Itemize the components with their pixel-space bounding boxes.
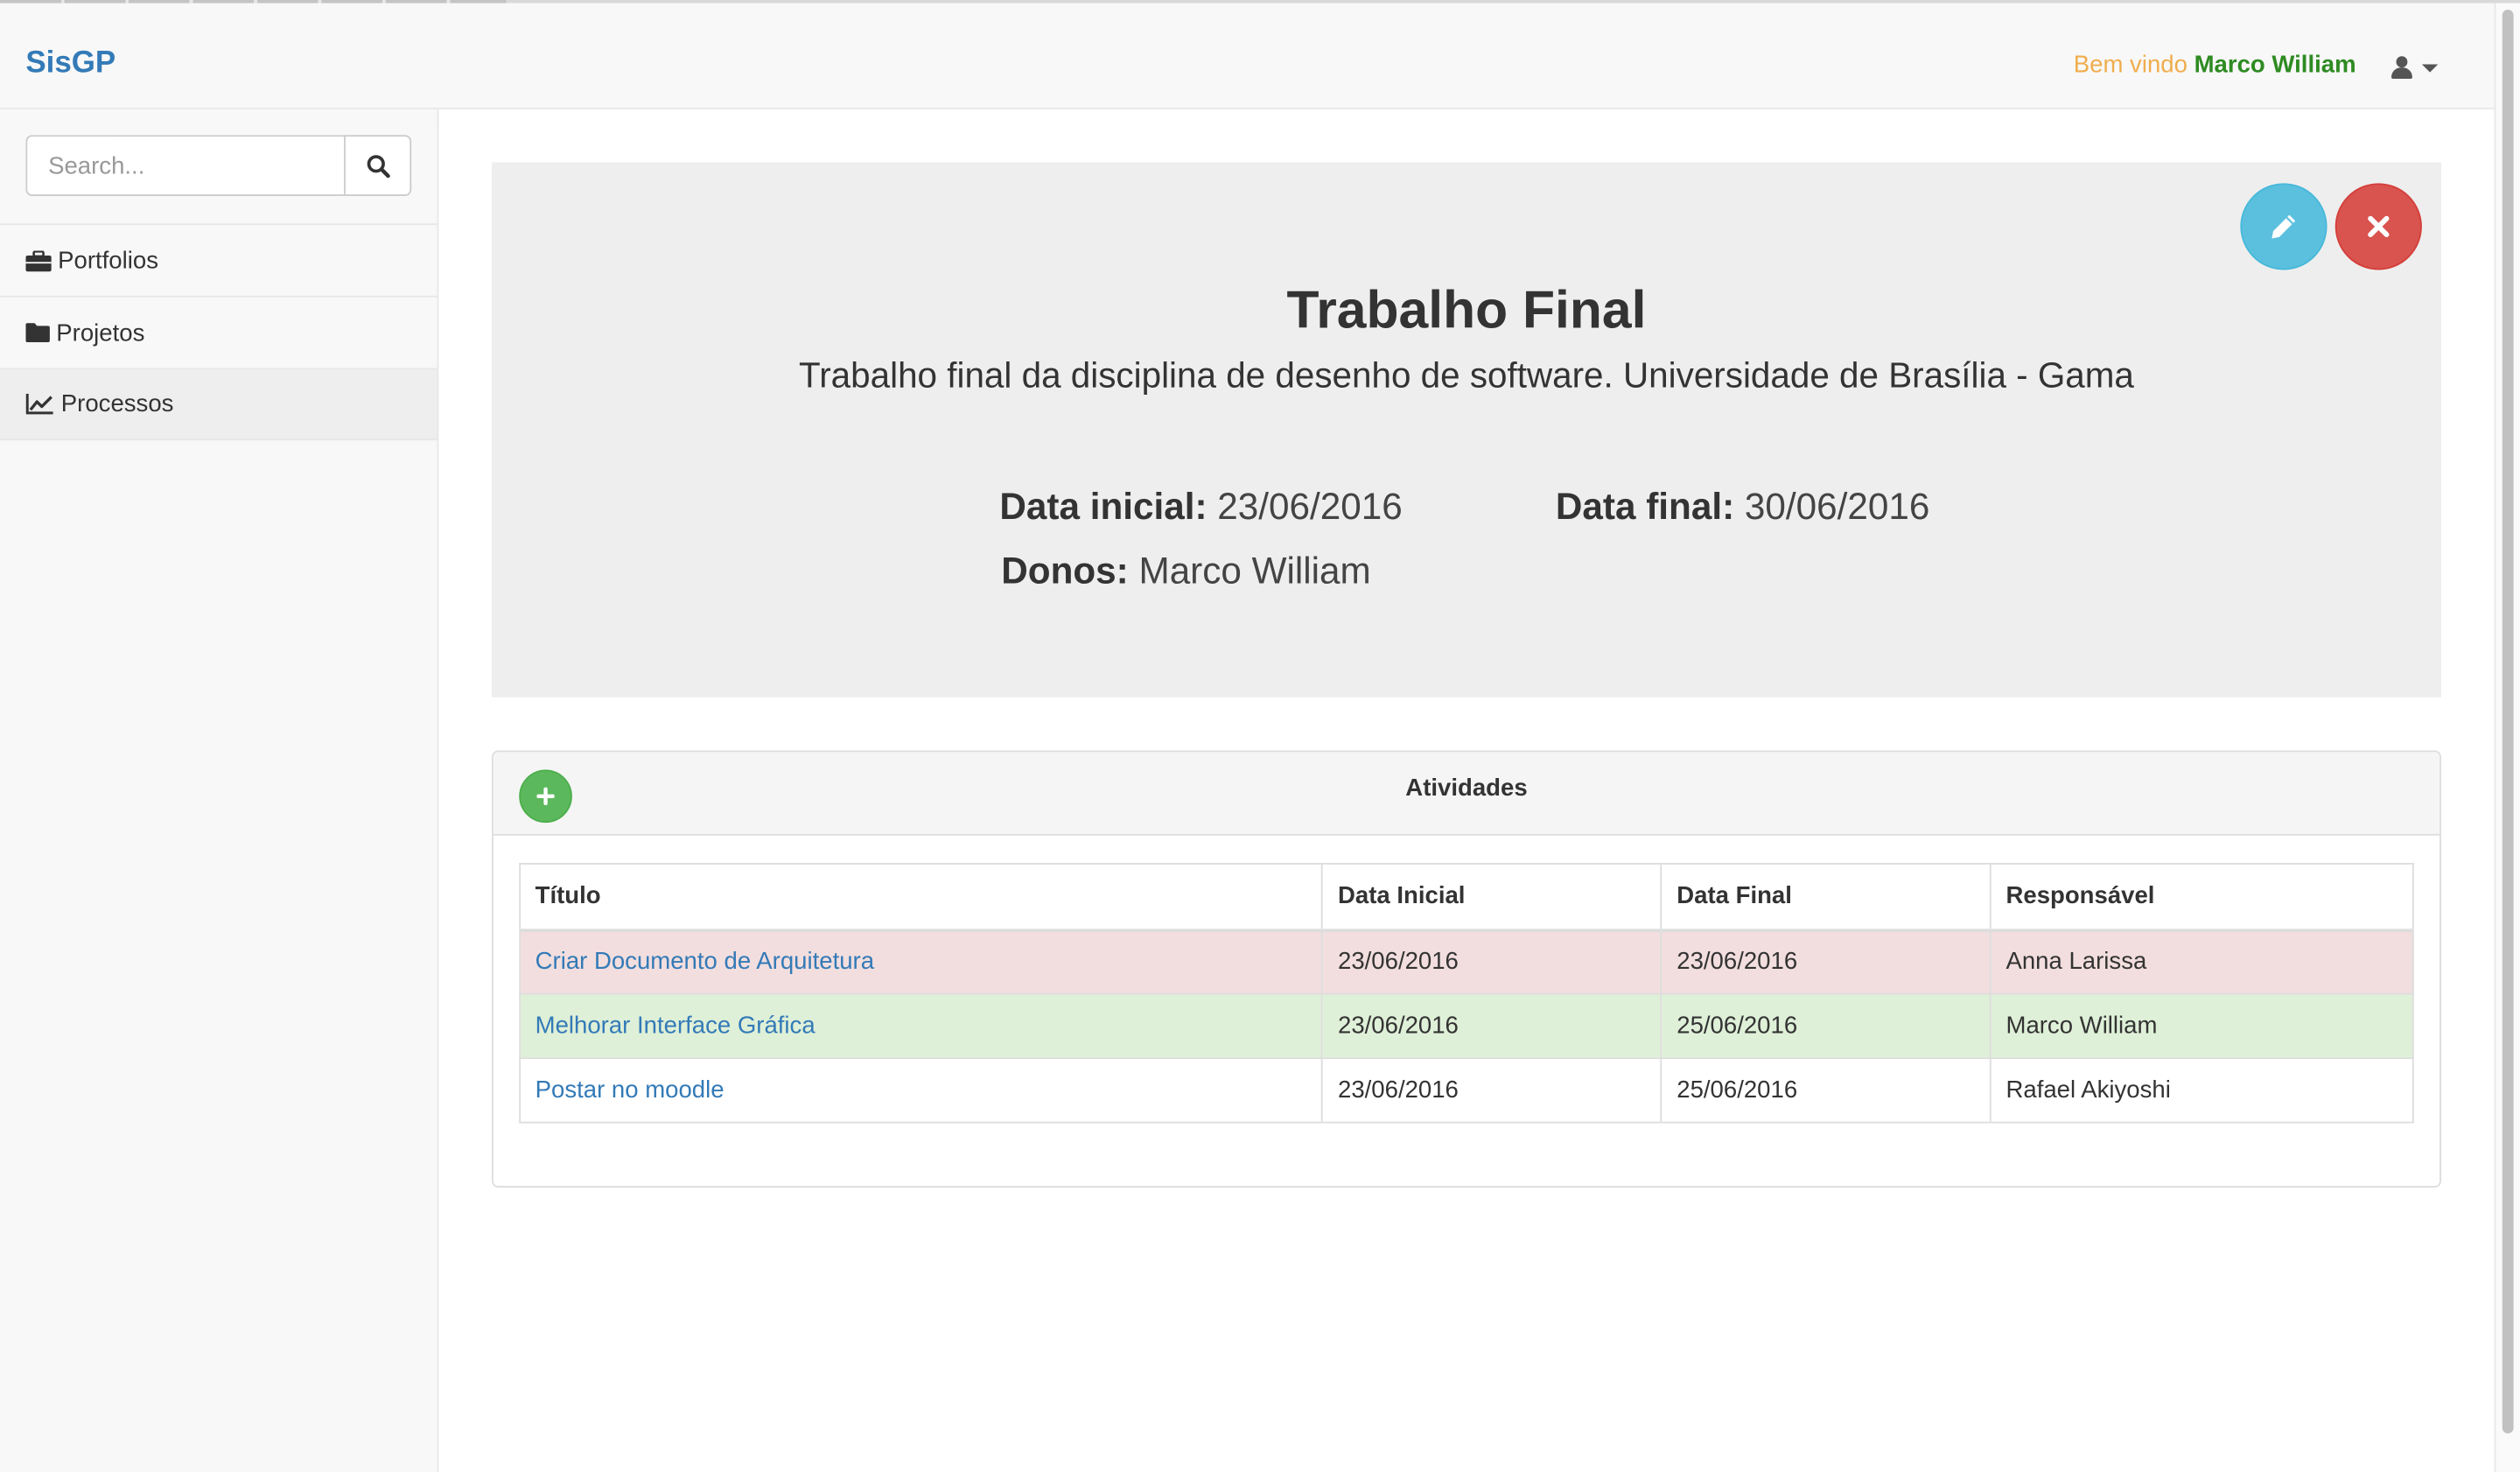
page-scrollbar[interactable]: [2494, 3, 2520, 1472]
column-header-title: Título: [519, 863, 1324, 932]
search-input[interactable]: [25, 135, 345, 197]
table-row: Postar no moodle 23/06/2016 25/06/2016 R…: [519, 1057, 2414, 1124]
delete-project-button[interactable]: [2334, 183, 2422, 270]
activity-start-cell: 23/06/2016: [1321, 929, 1662, 995]
add-activity-button[interactable]: [519, 769, 572, 824]
sidebar-nav: Portfolios Projetos Processos: [0, 223, 438, 441]
project-owners: Donos: Marco William: [1001, 548, 1370, 592]
close-icon: [2368, 215, 2390, 238]
activities-panel-heading: Atividades: [493, 752, 2440, 836]
caret-down-icon: [2421, 63, 2439, 72]
table-row: Criar Documento de Arquitetura 23/06/201…: [519, 929, 2414, 995]
activities-table: Título Data Inicial Data Final Responsáv…: [519, 863, 2414, 1124]
column-header-end-date: Data Final: [1660, 863, 1992, 932]
app-root: SisGP Bem vindo Marco William Search... …: [0, 0, 2520, 1472]
activity-link[interactable]: Postar no moodle: [536, 1076, 724, 1103]
activity-link[interactable]: Criar Documento de Arquitetura: [536, 948, 874, 975]
activity-owner-cell: Marco William: [1990, 992, 2414, 1060]
sidebar-item-label: Projetos: [56, 319, 145, 347]
welcome-message: Bem vindo Marco William: [2074, 52, 2356, 81]
plus-icon: [536, 787, 555, 805]
welcome-prefix: Bem vindo: [2073, 51, 2188, 79]
project-end-date: Data final: 30/06/2016: [1556, 484, 1929, 529]
search-group: [25, 135, 412, 197]
sidebar: Portfolios Projetos Processos: [0, 109, 439, 1472]
folder-icon: [25, 323, 50, 343]
activities-panel: Atividades Título Data Inicial Data Fina…: [492, 750, 2441, 1188]
column-header-owner: Responsável: [1990, 863, 2414, 932]
activity-title-cell: Criar Documento de Arquitetura: [519, 929, 1324, 995]
project-description: Trabalho final da disciplina de desenho …: [799, 354, 2134, 396]
activity-owner-cell: Rafael Akiyoshi: [1990, 1057, 2414, 1124]
pencil-icon: [2272, 214, 2296, 239]
column-header-start-date: Data Inicial: [1321, 863, 1662, 932]
line-chart-icon: [25, 393, 54, 415]
main-content: Trabalho Final Trabalho final da discipl…: [438, 128, 2495, 1472]
user-icon: [2391, 56, 2412, 79]
table-row: Melhorar Interface Gráfica 23/06/2016 25…: [519, 992, 2414, 1060]
sidebar-item-label: Processos: [60, 390, 174, 418]
edit-project-button[interactable]: [2240, 183, 2328, 270]
activity-end-cell: 23/06/2016: [1660, 929, 1992, 995]
activity-start-cell: 23/06/2016: [1321, 992, 1662, 1060]
project-title: Trabalho Final: [1286, 279, 1647, 340]
sidebar-item-label: Portfolios: [58, 246, 158, 275]
activities-title: Atividades: [1405, 775, 1528, 803]
sidebar-item-projetos[interactable]: Projetos: [0, 295, 438, 368]
sidebar-item-processos[interactable]: Processos: [0, 368, 438, 441]
activity-link[interactable]: Melhorar Interface Gráfica: [536, 1012, 816, 1039]
project-start-date: Data inicial: 23/06/2016: [999, 484, 1402, 529]
activity-title-cell: Postar no moodle: [519, 1057, 1324, 1124]
end-date-value: 30/06/2016: [1744, 485, 1930, 528]
end-date-label: Data final:: [1555, 485, 1735, 528]
activity-owner-cell: Anna Larissa: [1990, 929, 2414, 995]
activity-start-cell: 23/06/2016: [1321, 1057, 1662, 1124]
scrollbar-thumb[interactable]: [2502, 10, 2514, 1433]
start-date-label: Data inicial:: [999, 485, 1208, 528]
search-button[interactable]: [344, 135, 412, 197]
activity-end-cell: 25/06/2016: [1660, 1057, 1992, 1124]
table-header-row: Título Data Inicial Data Final Responsáv…: [519, 863, 2414, 932]
brand-link[interactable]: SisGP: [25, 46, 116, 81]
start-date-value: 23/06/2016: [1217, 485, 1403, 528]
activity-end-cell: 25/06/2016: [1660, 992, 1992, 1060]
welcome-user-name: Marco William: [2194, 51, 2356, 79]
user-menu-toggle[interactable]: [2391, 50, 2449, 85]
briefcase-icon: [25, 249, 52, 271]
owners-label: Donos:: [1001, 549, 1129, 592]
activity-title-cell: Melhorar Interface Gráfica: [519, 992, 1324, 1060]
sidebar-item-portfolios[interactable]: Portfolios: [0, 223, 438, 296]
project-header: Trabalho Final Trabalho final da discipl…: [492, 162, 2441, 697]
owners-value: Marco William: [1138, 549, 1371, 592]
search-icon: [366, 154, 389, 178]
top-navbar: SisGP Bem vindo Marco William: [0, 3, 2495, 109]
